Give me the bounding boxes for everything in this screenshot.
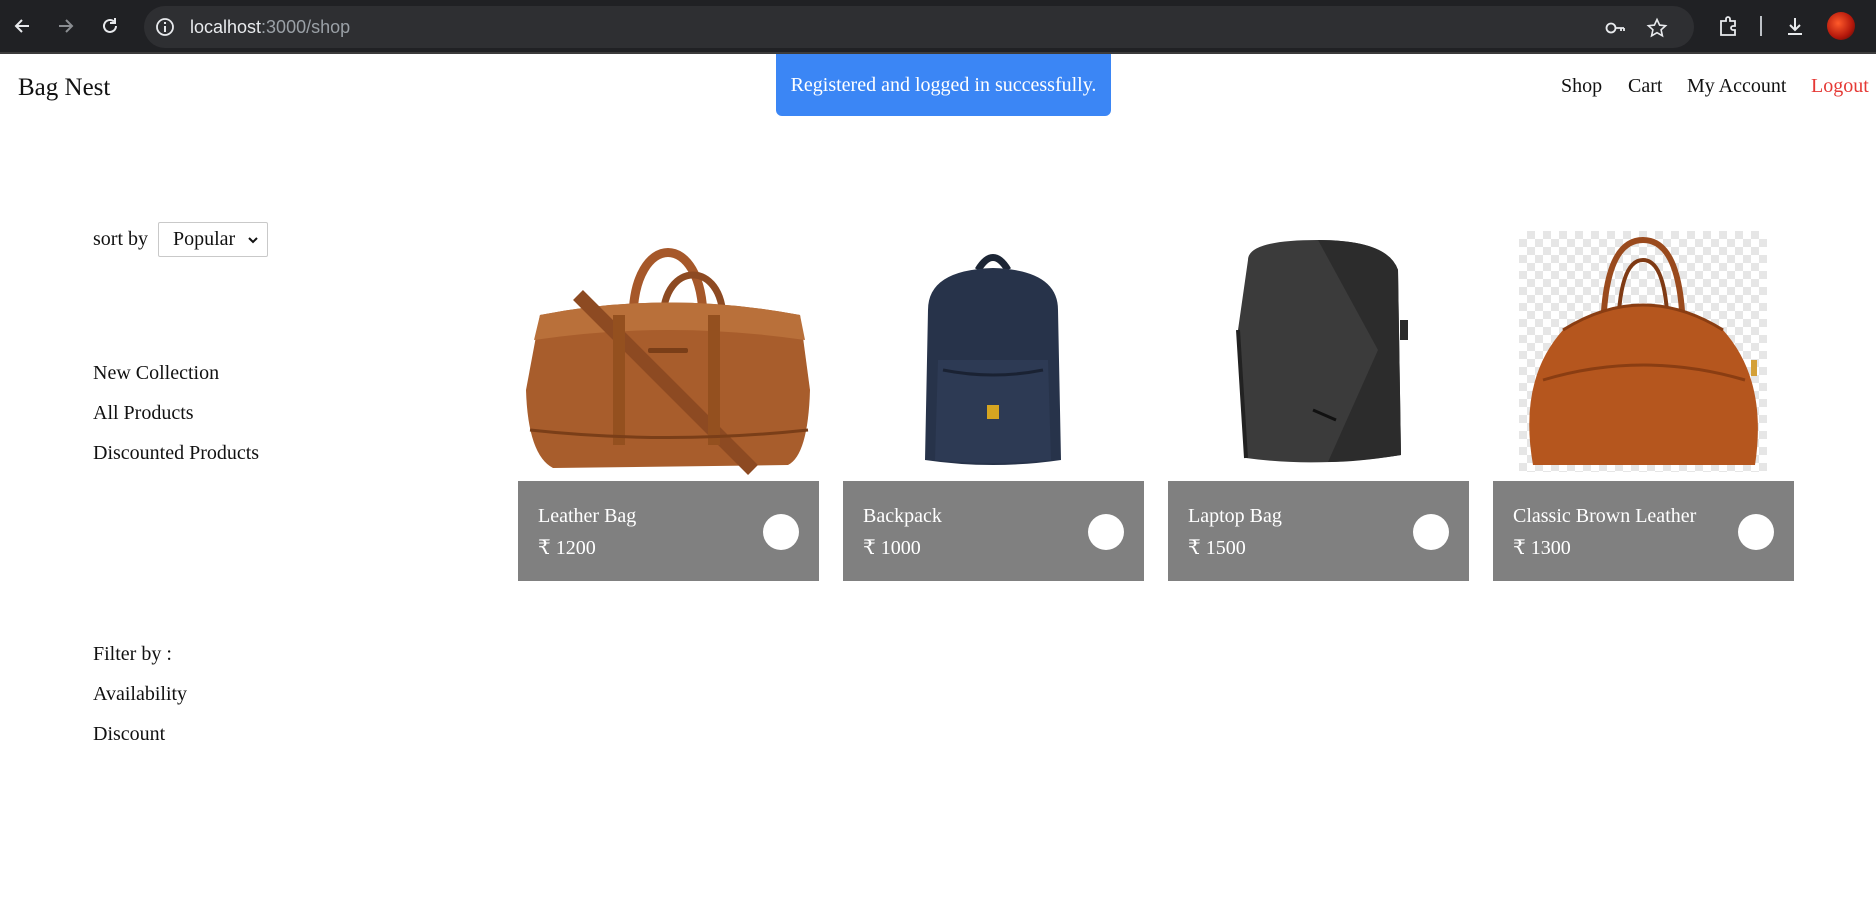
availability-filter-link[interactable]: Availability — [93, 683, 187, 706]
download-icon[interactable] — [1782, 13, 1808, 39]
product-card: Leather Bag ₹ 1200 — [518, 230, 819, 582]
product-image — [1168, 230, 1469, 480]
nav-shop-link[interactable]: Shop — [1561, 75, 1602, 98]
forward-arrow-icon[interactable] — [52, 12, 80, 40]
nav-cart-link[interactable]: Cart — [1628, 75, 1662, 98]
add-to-cart-button[interactable] — [1413, 514, 1449, 550]
product-image — [518, 230, 819, 480]
url-host: localhost — [190, 17, 262, 37]
product-card: Laptop Bag ₹ 1500 — [1168, 230, 1469, 582]
product-price: ₹ 1000 — [863, 537, 921, 559]
product-name: Backpack — [863, 505, 942, 527]
sort-selected-value: Popular — [173, 228, 236, 250]
product-price: ₹ 1500 — [1188, 537, 1246, 559]
product-price: ₹ 1200 — [538, 537, 596, 559]
url-path: :3000/shop — [261, 17, 351, 37]
brand-logo[interactable]: Bag Nest — [18, 74, 110, 102]
laptop-bag-image — [1236, 240, 1408, 463]
address-bar[interactable]: localhost:3000/shop — [144, 6, 1694, 48]
chevron-down-icon — [248, 237, 258, 244]
url-text: localhost:3000/shop — [190, 17, 350, 38]
product-info: Classic Brown Leather ₹ 1300 — [1493, 481, 1794, 581]
product-card: Classic Brown Leather ₹ 1300 — [1493, 230, 1794, 582]
discount-filter-link[interactable]: Discount — [93, 723, 165, 746]
product-image — [843, 230, 1144, 480]
site-info-icon[interactable] — [154, 16, 176, 38]
add-to-cart-button[interactable] — [1738, 514, 1774, 550]
extensions-icon[interactable] — [1715, 13, 1741, 39]
product-name: Classic Brown Leather — [1513, 505, 1697, 527]
back-arrow-icon[interactable] — [8, 12, 36, 40]
product-image — [1493, 230, 1794, 480]
nav-logout-link[interactable]: Logout — [1811, 75, 1869, 98]
sort-label: sort by — [93, 228, 148, 250]
new-collection-link[interactable]: New Collection — [93, 362, 219, 385]
reload-icon[interactable] — [96, 12, 124, 40]
discounted-products-link[interactable]: Discounted Products — [93, 442, 259, 465]
toolbar-divider — [1760, 16, 1762, 36]
product-name: Laptop Bag — [1188, 505, 1282, 527]
product-info: Leather Bag ₹ 1200 — [518, 481, 819, 581]
add-to-cart-button[interactable] — [763, 514, 799, 550]
sort-select[interactable]: Popular — [158, 222, 268, 257]
filter-heading: Filter by : — [93, 643, 172, 665]
success-toast: Registered and logged in successfully. — [776, 54, 1111, 116]
product-info: Laptop Bag ₹ 1500 — [1168, 481, 1469, 581]
key-icon[interactable] — [1604, 17, 1626, 39]
all-products-link[interactable]: All Products — [93, 402, 194, 425]
profile-avatar[interactable] — [1827, 12, 1855, 40]
duffel-bag-image — [526, 248, 810, 475]
nav-my-account-link[interactable]: My Account — [1687, 75, 1786, 98]
product-info: Backpack ₹ 1000 — [843, 481, 1144, 581]
product-price: ₹ 1300 — [1513, 537, 1571, 559]
bookmark-star-icon[interactable] — [1646, 17, 1668, 39]
product-card: Backpack ₹ 1000 — [843, 230, 1144, 582]
browser-toolbar: localhost:3000/shop — [0, 0, 1876, 54]
add-to-cart-button[interactable] — [1088, 514, 1124, 550]
backpack-image — [925, 254, 1061, 465]
product-name: Leather Bag — [538, 505, 637, 527]
handbag-image — [1529, 236, 1758, 465]
